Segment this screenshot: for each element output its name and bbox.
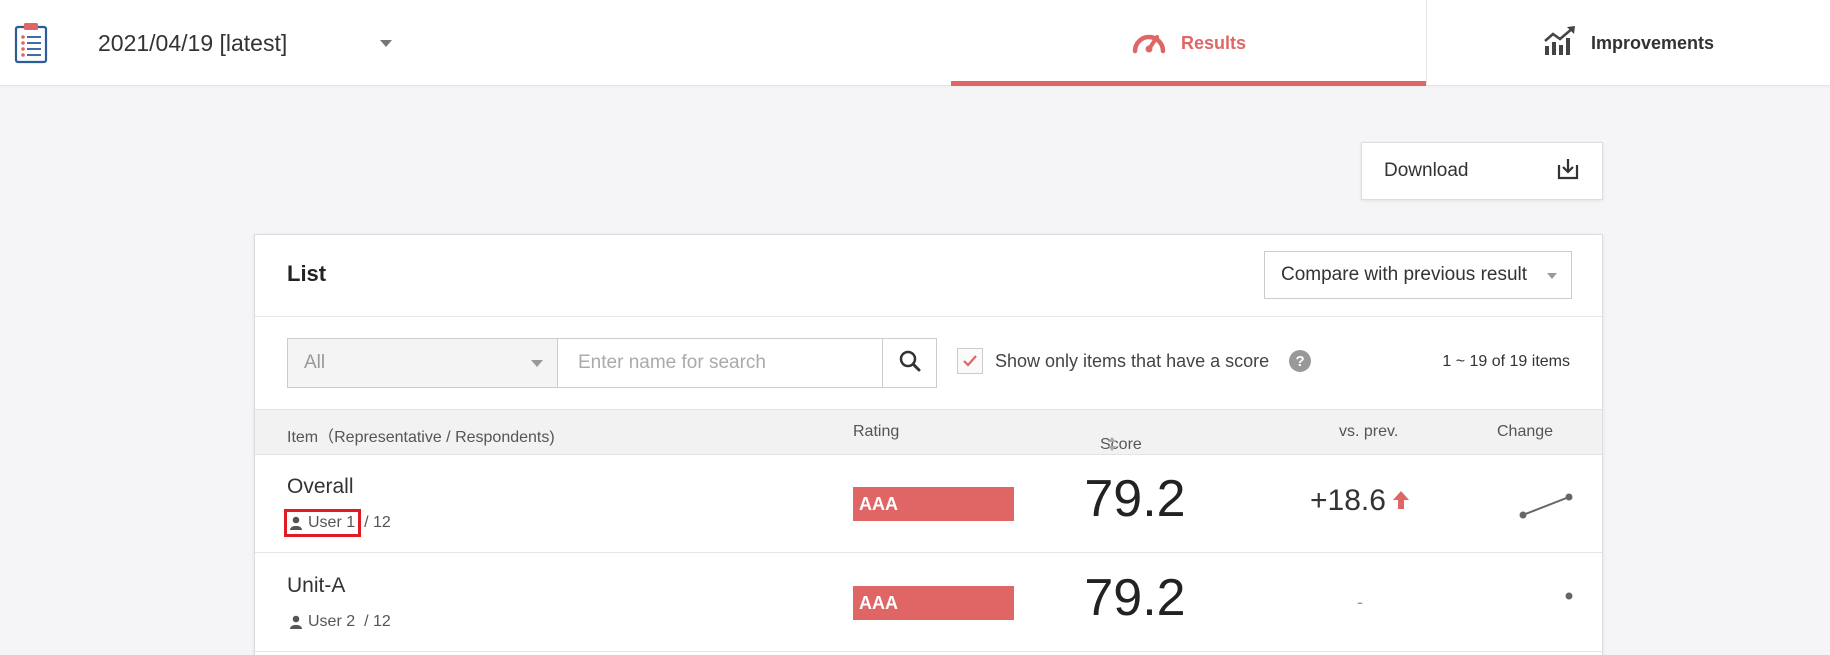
category-select-value: All: [304, 352, 326, 373]
category-select[interactable]: All: [287, 338, 558, 388]
list-title: List: [287, 261, 327, 286]
row-meta: User 1 / 12: [283, 509, 391, 537]
col-vs-prev: vs. prev.: [1339, 423, 1399, 440]
download-icon: [1556, 157, 1580, 186]
sort-icon: [1108, 436, 1116, 457]
col-score: Score: [1100, 436, 1142, 453]
score-only-label: Show only items that have a score: [995, 350, 1270, 371]
respondents-count: / 12: [364, 613, 391, 630]
vs-prev-value: +18.6: [1310, 484, 1386, 517]
tab-improvements-label: Improvements: [1590, 32, 1715, 53]
representative-name: User 1: [308, 514, 356, 531]
chevron-down-icon: [1547, 273, 1557, 279]
representative-user[interactable]: User 1: [283, 509, 362, 537]
list-card: List Compare with previous result All Sh…: [254, 234, 1603, 655]
date-selector[interactable]: 2021/04/19 [latest]: [98, 22, 398, 64]
col-item: Item（Representative / Respondents): [287, 429, 555, 446]
chevron-down-icon: [531, 360, 543, 367]
date-selector-value: 2021/04/19 [latest]: [98, 29, 288, 56]
search-button[interactable]: [882, 338, 937, 388]
row-name: Unit-A: [287, 574, 346, 597]
tab-results[interactable]: Results: [951, 0, 1426, 86]
vs-prev-value: -: [1357, 592, 1363, 612]
table-row[interactable]: Overall User 1 / 12 AAA 79.2 +18.6: [255, 455, 1602, 553]
download-label: Download: [1384, 160, 1469, 181]
score-only-checkbox[interactable]: [957, 348, 983, 374]
active-tab-indicator: [951, 81, 1426, 86]
search-icon: [899, 350, 921, 377]
person-icon: [290, 516, 302, 530]
tab-results-label: Results: [1180, 32, 1247, 53]
item-count: 1 ~ 19 of 19 items: [1442, 353, 1570, 370]
table-row[interactable]: Unit-A User 2 / 12 AAA 79.2 -: [255, 554, 1602, 652]
filter-row: All Show only items that have a score ? …: [255, 317, 1602, 411]
top-bar: 2021/04/19 [latest] Results Improvements: [0, 0, 1830, 86]
rating-badge: AAA: [853, 586, 1014, 620]
person-icon: [290, 615, 302, 629]
help-icon[interactable]: ?: [1289, 350, 1312, 372]
representative-user[interactable]: User 2: [287, 611, 358, 633]
search-input[interactable]: [558, 338, 883, 388]
compare-select-value: Compare with previous result: [1281, 264, 1528, 285]
row-name: Overall: [287, 475, 354, 498]
col-change: Change: [1497, 423, 1554, 440]
download-button[interactable]: Download: [1361, 142, 1603, 200]
compare-select[interactable]: Compare with previous result: [1264, 251, 1572, 299]
arrow-up-icon: [1392, 484, 1410, 518]
row-meta: User 2 / 12: [287, 611, 391, 633]
clipboard-list-icon[interactable]: [14, 22, 48, 64]
respondents-count: / 12: [364, 514, 391, 531]
score-only-toggle[interactable]: Show only items that have a score ?: [957, 348, 1312, 374]
speedometer-icon: [1131, 27, 1167, 60]
chevron-down-icon: [380, 40, 392, 47]
change-sparkline: [1515, 485, 1575, 525]
change-sparkline: [1515, 584, 1575, 624]
col-rating: Rating: [853, 423, 900, 440]
score-value: 79.2: [1084, 470, 1186, 528]
rating-badge: AAA: [853, 487, 1014, 521]
tab-improvements[interactable]: Improvements: [1426, 0, 1830, 86]
score-value: 79.2: [1084, 569, 1186, 627]
representative-name: User 2: [308, 613, 356, 630]
table-header: Item（Representative / Respondents) Ratin…: [255, 409, 1602, 455]
growth-chart-icon: [1543, 25, 1577, 61]
list-header: List Compare with previous result: [255, 235, 1602, 317]
vs-prev: +18.6: [1295, 484, 1425, 518]
